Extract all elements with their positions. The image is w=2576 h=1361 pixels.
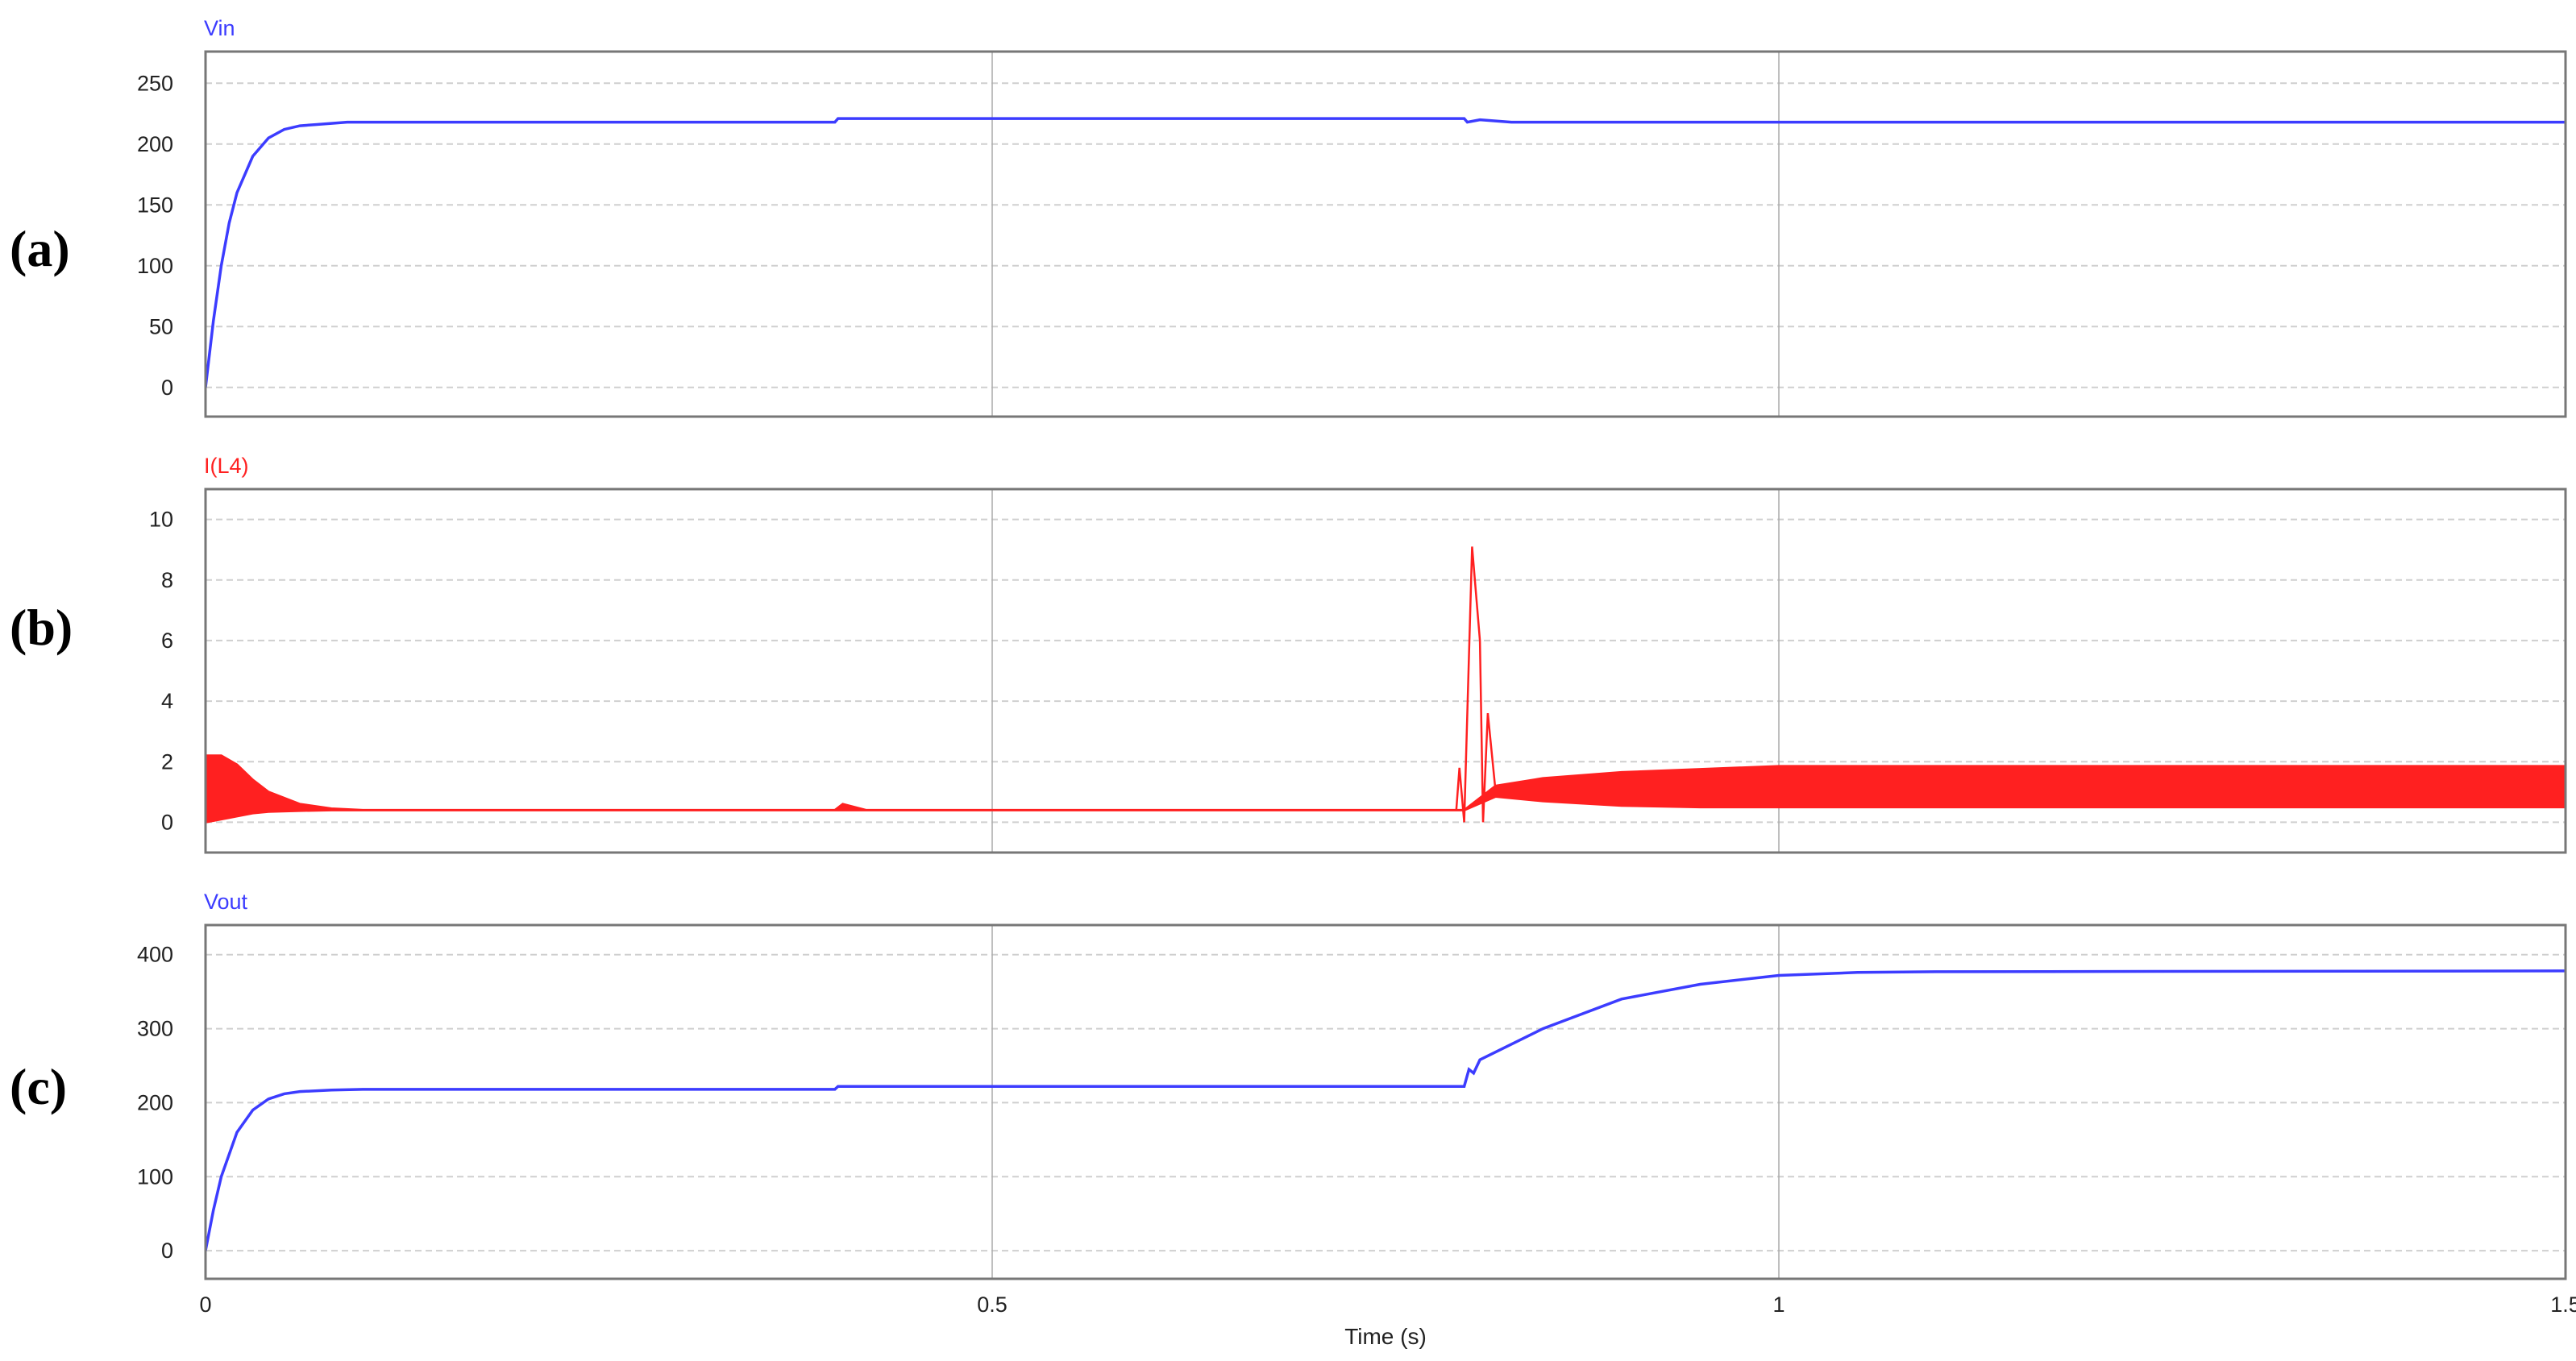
panel-2: 0 2 4 6 8 10 I(L4) (b) — [10, 454, 2566, 853]
y-tick-label: 6 — [161, 629, 173, 653]
y-tick-label: 400 — [137, 943, 173, 967]
panel-title: Vout — [204, 890, 248, 914]
x-axis-label: Time (s) — [1344, 1324, 1427, 1349]
y-tick-label: 200 — [137, 132, 173, 156]
y-tick-label: 0 — [161, 376, 173, 400]
y-tick-label: 100 — [137, 254, 173, 278]
y-tick-label: 100 — [137, 1164, 173, 1189]
panel-label: (c) — [10, 1058, 67, 1115]
panel-title: Vin — [204, 16, 235, 40]
x-tick-label: 1 — [1772, 1293, 1785, 1317]
x-tick-label: 1.5 — [2550, 1293, 2576, 1317]
plot-area — [206, 52, 2566, 417]
y-tick-label: 200 — [137, 1090, 173, 1114]
chart-figure: 050100150200250Vin(a)0246810I(L4)(b)0100… — [0, 0, 2576, 1361]
y-tick-label: 4 — [161, 689, 173, 713]
y-tick-label: 8 — [161, 568, 173, 592]
panel-1: 0 50 100 150 200 250 Vin (a) — [10, 16, 2566, 417]
y-tick-label: 150 — [137, 193, 173, 217]
x-tick-label: 0 — [199, 1293, 211, 1317]
y-tick-label: 250 — [137, 71, 173, 95]
y-tick-label: 10 — [149, 508, 173, 532]
x-axis: 0 0.5 1 1.5 Time (s) — [199, 1293, 2576, 1349]
y-tick-label: 2 — [161, 749, 173, 774]
y-tick-label: 300 — [137, 1017, 173, 1041]
y-tick-label: 50 — [149, 314, 173, 338]
y-tick-label: 0 — [161, 810, 173, 834]
panel-3: 0 100 200 300 400 Vout (c) — [10, 890, 2566, 1279]
x-tick-label: 0.5 — [977, 1293, 1008, 1317]
panel-label: (b) — [10, 599, 73, 656]
panel-label: (a) — [10, 220, 70, 277]
y-tick-label: 0 — [161, 1239, 173, 1263]
panel-title: I(L4) — [204, 454, 249, 478]
